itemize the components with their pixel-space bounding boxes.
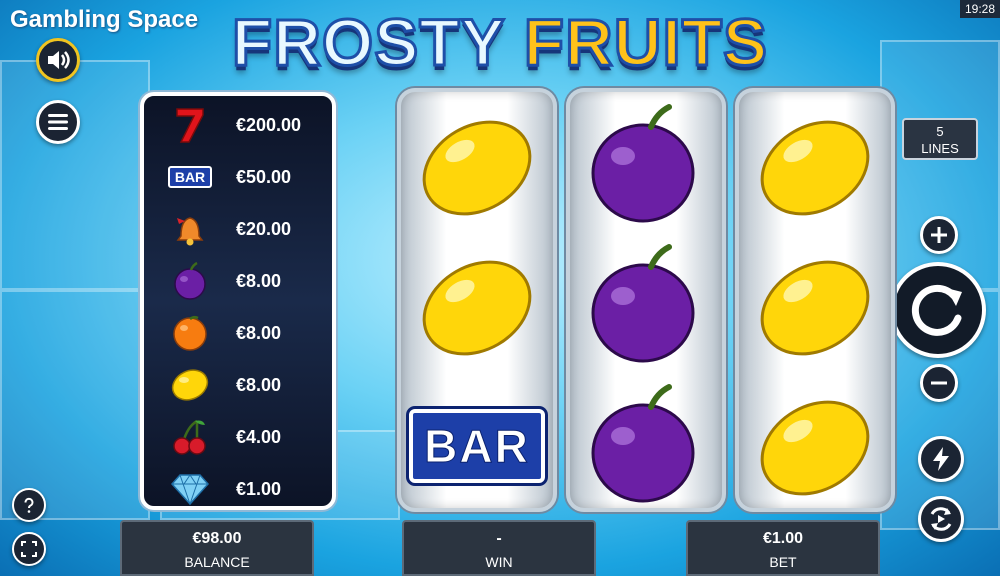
paytable-row: €4.00 [144, 414, 332, 460]
paytable-row: €1.00 [144, 466, 332, 512]
lemon-icon [760, 120, 870, 216]
paytable: €200.00 BAR €50.00 €20.00 €8.00 €8.00 €8… [140, 92, 336, 510]
reel-cell [401, 96, 553, 236]
paytable-row: BAR €50.00 [144, 154, 332, 200]
reel-cell [739, 236, 891, 376]
sound-button[interactable] [36, 38, 80, 82]
minus-icon [931, 381, 947, 385]
ice-block [0, 290, 150, 520]
fullscreen-button[interactable] [12, 532, 46, 566]
autoplay-icon [930, 507, 952, 531]
seven-icon [176, 108, 204, 143]
bell-icon [176, 217, 204, 246]
title-frosty: FROSTY [230, 4, 505, 81]
payout-value: €8.00 [236, 374, 282, 395]
menu-button[interactable] [36, 100, 80, 144]
reel-cell [570, 376, 722, 516]
paytable-row: €20.00 [144, 206, 332, 252]
paytable-row: €8.00 [144, 258, 332, 304]
lemon-icon [171, 369, 209, 401]
question-icon [24, 497, 34, 513]
plus-icon [931, 227, 947, 243]
paytable-row: €8.00 [144, 310, 332, 356]
title-fruits: FRUITS [522, 4, 769, 81]
balance-display: €98.00 BALANCE [120, 520, 314, 576]
game-title: FROSTY FRUITS [210, 2, 790, 82]
payout-value: €200.00 [236, 114, 302, 135]
reel-cell [570, 96, 722, 236]
reel-cell: BAR [401, 376, 553, 516]
help-button[interactable] [12, 488, 46, 522]
lines-indicator: 5 LINES [902, 118, 978, 160]
plum-icon [174, 261, 206, 300]
lemon-icon [760, 400, 870, 496]
payout-value: €1.00 [236, 478, 282, 499]
lemon-icon [422, 260, 532, 356]
payout-value: €50.00 [236, 166, 292, 187]
reel-1: BAR [397, 88, 557, 512]
plum-icon [591, 384, 695, 503]
diamond-icon [170, 474, 210, 506]
payout-value: €4.00 [236, 426, 282, 447]
win-value: - [496, 530, 502, 547]
bet-value: €1.00 [762, 530, 804, 547]
win-label: WIN [485, 554, 513, 570]
payout-value: €8.00 [236, 270, 282, 291]
spin-button[interactable] [890, 262, 986, 358]
autoplay-button[interactable] [918, 496, 964, 542]
speaker-icon [48, 51, 70, 69]
lemon-icon [760, 260, 870, 356]
lemon-icon [422, 120, 532, 216]
balance-label: BALANCE [184, 554, 250, 570]
reel-2 [566, 88, 726, 512]
balance-value: €98.00 [192, 530, 242, 547]
payout-value: €8.00 [236, 322, 282, 343]
lightning-icon [933, 447, 949, 471]
orange-icon [173, 315, 207, 351]
lines-value: 5 [936, 124, 944, 139]
brand-logo: Gambling Space [10, 6, 199, 33]
hamburger-icon [48, 114, 68, 130]
spin-icon [911, 284, 962, 336]
paytable-row: €200.00 [144, 102, 332, 148]
reel-3 [735, 88, 895, 512]
turbo-button[interactable] [918, 436, 964, 482]
reel-cell [739, 376, 891, 516]
plum-icon [591, 104, 695, 223]
reel-cell [739, 96, 891, 236]
fullscreen-icon [21, 541, 37, 557]
lines-label: LINES [921, 141, 959, 156]
paytable-row: €8.00 [144, 362, 332, 408]
payout-value: €20.00 [236, 218, 292, 239]
win-display: - WIN [402, 520, 596, 576]
bet-label: BET [769, 554, 797, 570]
bar-icon: BAR [168, 166, 212, 188]
reel-cell [401, 236, 553, 376]
bet-decrease-button[interactable] [920, 364, 958, 402]
clock: 19:28 [960, 0, 1000, 18]
reel-cell [570, 236, 722, 376]
cherry-icon [173, 419, 206, 455]
bet-increase-button[interactable] [920, 216, 958, 254]
ice-block [0, 60, 150, 290]
plum-icon [591, 244, 695, 363]
bet-display: €1.00 BET [686, 520, 880, 576]
bar-symbol: BAR [409, 409, 545, 483]
